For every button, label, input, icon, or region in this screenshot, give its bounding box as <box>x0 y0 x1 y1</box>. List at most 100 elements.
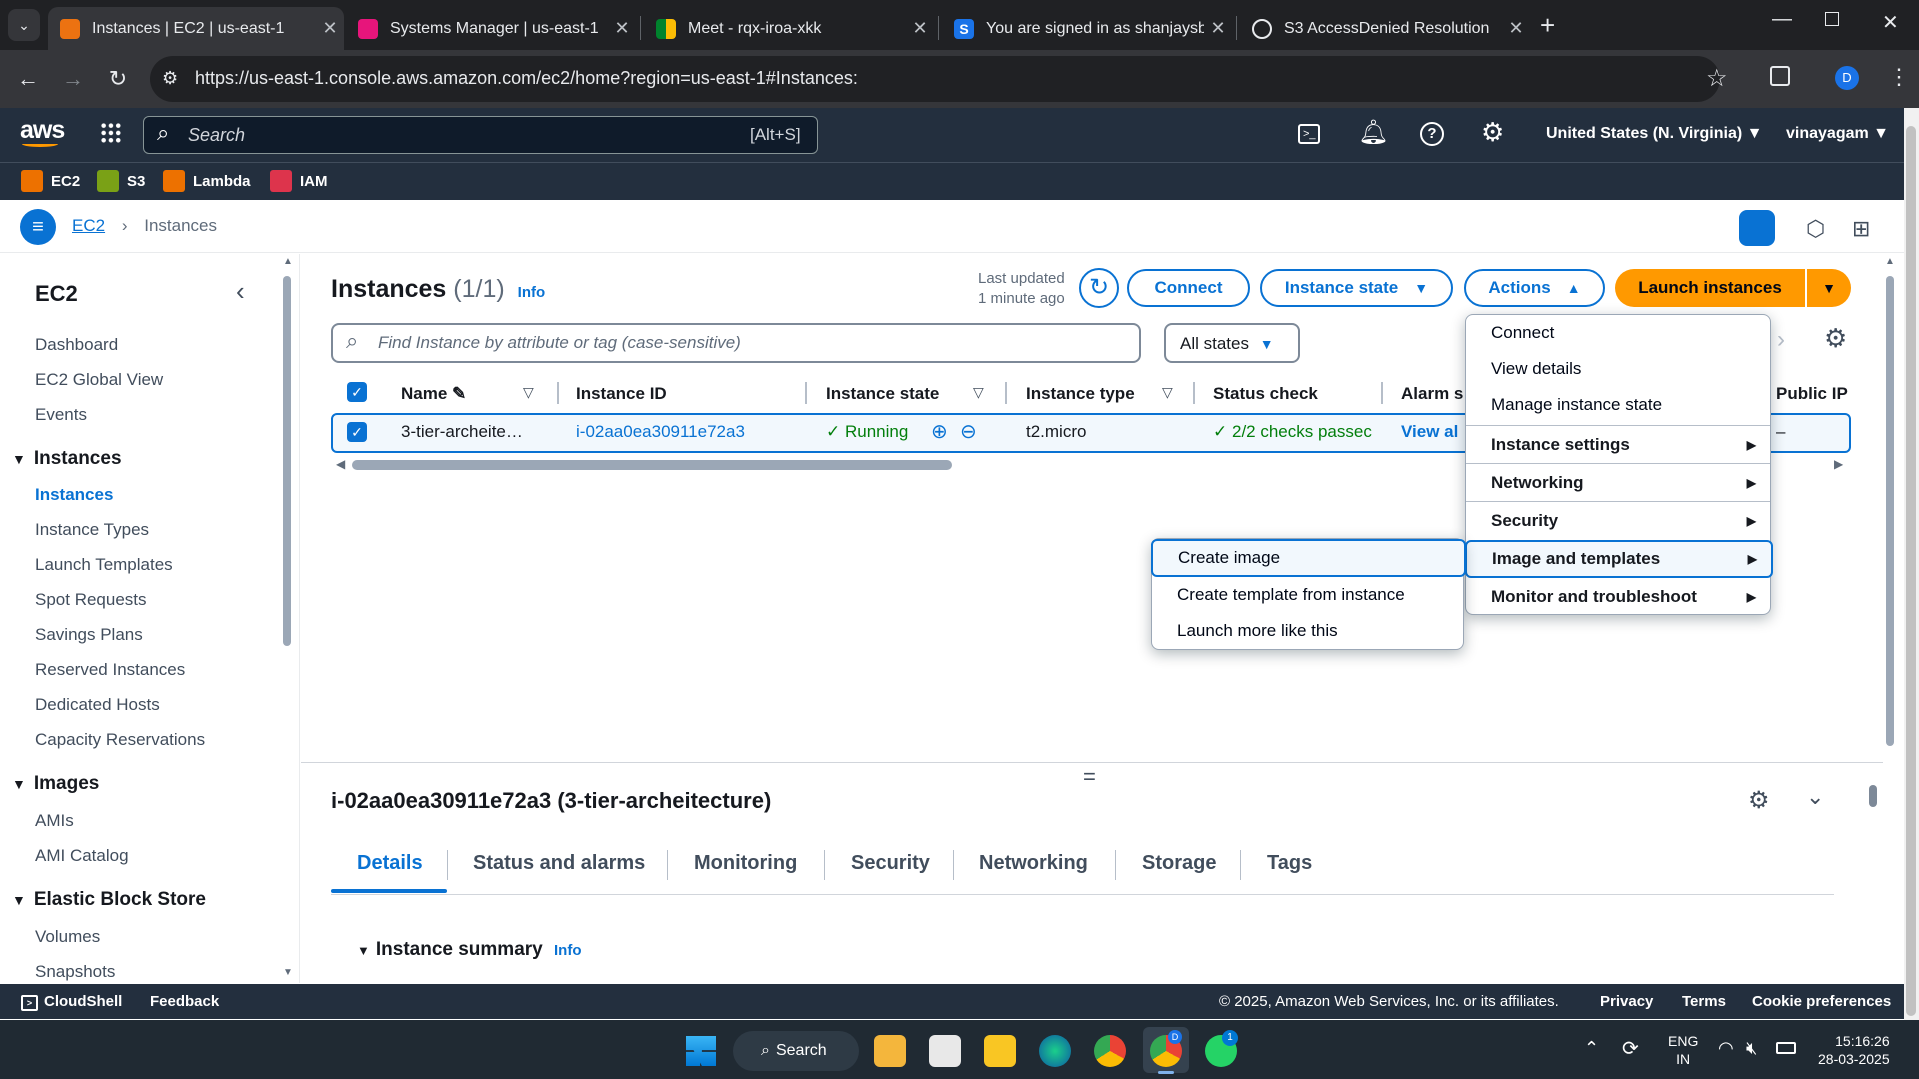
main-scrollbar-up-icon[interactable]: ▲ <box>1885 256 1895 267</box>
minimize-window-button[interactable]: — <box>1772 8 1792 31</box>
scroll-up-arrow-icon[interactable]: ▲ <box>283 256 293 267</box>
bookmark-star-icon[interactable]: ☆ <box>1706 64 1728 93</box>
sidebar-section-images[interactable]: ▼ Images <box>12 773 99 795</box>
sidebar-section-instances[interactable]: ▼ Instances <box>12 448 122 470</box>
notifications-bell-icon[interactable]: 🔔︎ <box>1358 118 1388 147</box>
tab-security[interactable]: Security <box>851 852 930 875</box>
table-horizontal-scrollbar[interactable] <box>352 460 952 470</box>
details-collapse-chevron-icon[interactable]: ⌄ <box>1806 784 1824 810</box>
sidebar-item-snapshots[interactable]: Snapshots <box>35 962 115 982</box>
collapse-sidebar-icon[interactable]: ‹ <box>236 276 245 307</box>
wifi-icon[interactable]: ◠ <box>1718 1038 1734 1059</box>
edge-browser-icon[interactable] <box>1039 1035 1071 1067</box>
sidebar-item-capacity-reservations[interactable]: Capacity Reservations <box>35 730 205 750</box>
sidebar-item-dedicated-hosts[interactable]: Dedicated Hosts <box>35 695 160 715</box>
breadcrumb-ec2-link[interactable]: EC2 <box>72 216 105 235</box>
cloudshell-icon[interactable]: >_ <box>1298 124 1320 144</box>
cookie-preferences-link[interactable]: Cookie preferences <box>1752 993 1891 1010</box>
url-text[interactable]: https://us-east-1.console.aws.amazon.com… <box>195 68 858 89</box>
launch-instances-button[interactable]: Launch instances <box>1615 269 1805 307</box>
main-scrollbar-thumb[interactable] <box>1886 276 1894 746</box>
info-link[interactable]: Info <box>518 284 546 301</box>
split-panel-toggle-icon[interactable] <box>1739 210 1775 246</box>
instance-state-button[interactable]: Instance state ▼ <box>1260 269 1453 307</box>
browser-tab-instances[interactable]: Instances | EC2 | us-east-1 ✕ <box>48 7 344 50</box>
sidebar-item-global-view[interactable]: EC2 Global View <box>35 370 163 390</box>
close-tab-icon[interactable]: ✕ <box>1502 18 1530 39</box>
reload-icon[interactable]: ↻ <box>102 63 134 95</box>
sidebar-item-dashboard[interactable]: Dashboard <box>35 335 118 355</box>
column-separator[interactable] <box>805 382 807 404</box>
tab-monitoring[interactable]: Monitoring <box>694 852 797 875</box>
page-scrollbar-thumb[interactable] <box>1906 126 1916 1016</box>
menu-item-security[interactable]: Security ▶ <box>1466 503 1770 539</box>
battery-icon[interactable] <box>1776 1042 1796 1054</box>
terms-link[interactable]: Terms <box>1682 993 1726 1010</box>
restore-window-button[interactable] <box>1825 12 1839 26</box>
scroll-right-arrow-icon[interactable]: ▶ <box>1834 457 1843 471</box>
back-icon[interactable]: ← <box>12 63 44 95</box>
split-panel-divider[interactable] <box>301 762 1883 763</box>
volume-muted-icon[interactable]: 🔇︎ <box>1746 1038 1757 1059</box>
menu-item-manage-state[interactable]: Manage instance state <box>1466 387 1770 423</box>
file-explorer-icon[interactable] <box>984 1035 1016 1067</box>
sidebar-item-instances[interactable]: Instances <box>35 485 113 505</box>
browser-tab-systems-manager[interactable]: Systems Manager | us-east-1 ✕ <box>346 7 636 50</box>
browser-tab-signed-in[interactable]: S You are signed in as shanjaysb ✕ <box>942 7 1232 50</box>
connect-button[interactable]: Connect <box>1127 269 1250 307</box>
sidebar-item-volumes[interactable]: Volumes <box>35 927 100 947</box>
info-link[interactable]: Info <box>554 942 582 959</box>
instance-summary-header[interactable]: ▼ Instance summary Info <box>357 939 582 961</box>
tab-storage[interactable]: Storage <box>1142 852 1216 875</box>
tab-tags[interactable]: Tags <box>1267 852 1312 875</box>
close-tab-icon[interactable]: ✕ <box>608 18 636 39</box>
store-app-icon[interactable] <box>929 1035 961 1067</box>
close-tab-icon[interactable]: ✕ <box>906 18 934 39</box>
sidebar-item-instance-types[interactable]: Instance Types <box>35 520 149 540</box>
site-info-icon[interactable]: ⚙ <box>162 68 178 89</box>
instance-id-link[interactable]: i-02aa0ea30911e72a3 <box>576 422 745 442</box>
sidebar-item-amis[interactable]: AMIs <box>35 811 74 831</box>
new-tab-button[interactable]: + <box>1540 10 1555 41</box>
sidebar-item-savings-plans[interactable]: Savings Plans <box>35 625 143 645</box>
menu-item-view-details[interactable]: View details <box>1466 351 1770 387</box>
favorite-lambda[interactable]: Lambda <box>163 170 251 192</box>
favorite-ec2[interactable]: EC2 <box>21 170 80 192</box>
forward-icon[interactable]: → <box>57 63 89 95</box>
row-checkbox[interactable]: ✓ <box>347 422 367 442</box>
select-all-checkbox[interactable]: ✓ <box>347 382 367 402</box>
actions-button[interactable]: Actions ▲ <box>1464 269 1605 307</box>
column-header-alarm[interactable]: Alarm s <box>1401 384 1463 404</box>
widgets-app-icon[interactable] <box>874 1035 906 1067</box>
sidebar-item-reserved-instances[interactable]: Reserved Instances <box>35 660 185 680</box>
close-tab-icon[interactable]: ✕ <box>316 18 344 39</box>
next-page-icon[interactable]: › <box>1777 326 1785 354</box>
menu-item-create-image[interactable]: Create image <box>1151 539 1466 577</box>
state-filter-select[interactable]: All states ▼ <box>1164 323 1300 363</box>
menu-item-networking[interactable]: Networking ▶ <box>1466 465 1770 501</box>
info-panel-icon[interactable]: ⬡ <box>1806 216 1825 242</box>
favorite-iam[interactable]: IAM <box>270 170 328 192</box>
panel-scrollbar-thumb[interactable] <box>1869 785 1877 807</box>
sidebar-item-spot-requests[interactable]: Spot Requests <box>35 590 147 610</box>
favorite-s3[interactable]: S3 <box>97 170 145 192</box>
column-separator[interactable] <box>1381 382 1383 404</box>
tab-status-alarms[interactable]: Status and alarms <box>473 852 645 875</box>
sidebar-scrollbar[interactable] <box>283 276 291 646</box>
column-separator[interactable] <box>557 382 559 404</box>
scroll-left-arrow-icon[interactable]: ◀ <box>336 457 345 471</box>
table-preferences-gear-icon[interactable]: ⚙ <box>1824 323 1847 354</box>
scroll-down-arrow-icon[interactable]: ▼ <box>283 967 293 978</box>
menu-item-instance-settings[interactable]: Instance settings ▶ <box>1466 427 1770 463</box>
region-selector[interactable]: United States (N. Virginia) ▼ <box>1546 125 1762 143</box>
language-indicator[interactable]: ENG IN <box>1668 1032 1698 1068</box>
menu-item-monitor-troubleshoot[interactable]: Monitor and troubleshoot ▶ <box>1466 579 1770 615</box>
nav-menu-button[interactable]: ≡ <box>20 209 56 245</box>
column-header-instance-type[interactable]: Instance type <box>1026 384 1135 404</box>
zoom-in-icon[interactable]: ⊕ <box>931 419 948 444</box>
chevron-up-icon[interactable]: ⌃ <box>1584 1038 1599 1059</box>
view-alarms-link[interactable]: View al <box>1401 422 1458 442</box>
menu-item-create-template[interactable]: Create template from instance <box>1152 577 1463 613</box>
tab-networking[interactable]: Networking <box>979 852 1088 875</box>
privacy-link[interactable]: Privacy <box>1600 993 1653 1010</box>
